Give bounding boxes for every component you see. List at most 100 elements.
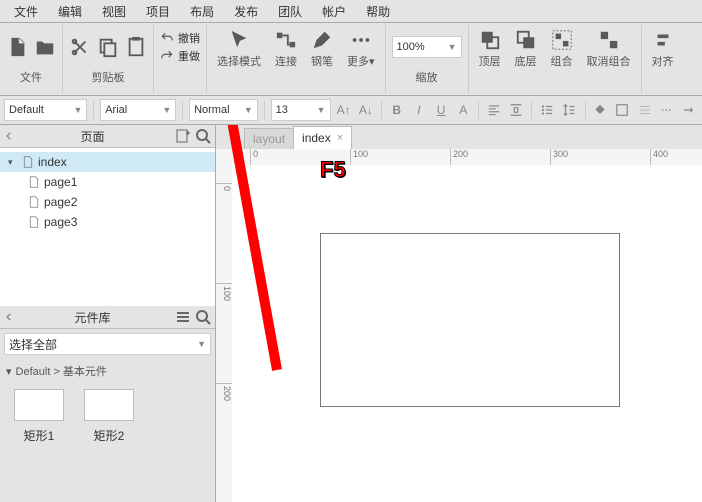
page-item-page1[interactable]: page1 (0, 172, 215, 192)
toolbar-zoom-label: 缩放 (416, 69, 438, 85)
menu-view[interactable]: 视图 (92, 1, 136, 22)
font-select[interactable]: Arial▼ (100, 99, 176, 121)
toolbar-history-group: 撤销 重做 (154, 25, 207, 93)
close-icon[interactable]: × (337, 132, 343, 144)
undo-button[interactable]: 撤销 (160, 30, 200, 46)
menu-help[interactable]: 帮助 (356, 1, 400, 22)
page-item-index[interactable]: ▾index (0, 152, 215, 172)
select-mode-button[interactable]: 选择模式 (213, 27, 265, 71)
pages-panel-title: 页面 (14, 128, 171, 145)
collapse-icon: ▾ (6, 365, 12, 378)
copy-icon[interactable] (97, 36, 119, 58)
pages-panel-header: 页面 (0, 125, 215, 148)
border-button[interactable] (613, 99, 631, 121)
valign-button[interactable] (507, 99, 525, 121)
connect-button[interactable]: 连接 (271, 27, 301, 71)
align-button[interactable]: 对齐 (648, 27, 678, 71)
lineheight-button[interactable] (560, 99, 578, 121)
menu-file[interactable]: 文件 (4, 1, 48, 22)
front-icon (479, 29, 501, 51)
more-tools-button[interactable]: 更多▾ (343, 27, 379, 71)
redo-button[interactable]: 重做 (160, 48, 200, 64)
search-icon[interactable] (195, 309, 211, 325)
open-file-icon[interactable] (34, 36, 56, 58)
fill-button[interactable] (591, 99, 609, 121)
chevron-down-icon: ▼ (197, 339, 206, 349)
italic-button[interactable]: I (410, 99, 428, 121)
group-button[interactable]: 组合 (547, 27, 577, 71)
new-file-icon[interactable] (6, 36, 28, 58)
paste-icon[interactable] (125, 36, 147, 58)
widget-rect2[interactable]: 矩形2 (84, 389, 134, 444)
fontsize-select[interactable]: 13▼ (271, 99, 331, 121)
ruler-tick: 200 (216, 383, 232, 401)
align-left-button[interactable] (485, 99, 503, 121)
cursor-icon (228, 29, 250, 51)
menu-team[interactable]: 团队 (268, 1, 312, 22)
chevron-left-icon[interactable] (4, 131, 14, 141)
widget-rect1[interactable]: 矩形1 (14, 389, 64, 444)
add-page-icon[interactable] (175, 128, 191, 144)
spacer (178, 69, 181, 81)
fontsize-down-button[interactable]: A↓ (357, 99, 375, 121)
library-category[interactable]: ▾Default > 基本元件 (0, 359, 215, 383)
bold-button[interactable]: B (388, 99, 406, 121)
cut-icon[interactable] (69, 36, 91, 58)
chevron-down-icon: ▼ (74, 105, 83, 115)
page-item-page2[interactable]: page2 (0, 192, 215, 212)
ruler-tick: 0 (216, 183, 232, 191)
textcolor-button[interactable]: A (454, 99, 472, 121)
toolbar-mode-group: 选择模式 连接 钢笔 更多▾ (207, 25, 386, 93)
menu-project[interactable]: 项目 (136, 1, 180, 22)
library-selector[interactable]: 选择全部▼ (4, 333, 211, 355)
menu-layout[interactable]: 布局 (180, 1, 224, 22)
toolbar-clipboard-group: 剪贴板 (63, 25, 154, 93)
rect-shape-icon (14, 389, 64, 421)
page-item-page3[interactable]: page3 (0, 212, 215, 232)
menu-account[interactable]: 帐户 (312, 1, 356, 22)
group-icon (551, 29, 573, 51)
ruler-corner (216, 149, 233, 166)
arrow-button[interactable] (680, 99, 698, 121)
pen-button[interactable]: 钢笔 (307, 27, 337, 71)
pages-tree: ▾index page1 page2 page3 (0, 148, 215, 306)
menu-edit[interactable]: 编辑 (48, 1, 92, 22)
chevron-down-icon: ▼ (244, 105, 253, 115)
canvas[interactable]: F5 (232, 165, 702, 502)
bullet-button[interactable] (538, 99, 556, 121)
linestyle-button[interactable] (658, 99, 676, 121)
bring-front-button[interactable]: 顶层 (475, 27, 505, 71)
format-bar: Default▼ Arial▼ Normal▼ 13▼ A↑ A↓ B I U … (0, 96, 702, 125)
pen-icon (311, 29, 333, 51)
chevron-down-icon: ▼ (162, 105, 171, 115)
menu-icon[interactable] (175, 309, 191, 325)
ungroup-icon (598, 29, 620, 51)
workspace: 页面 ▾index page1 page2 page3 元件库 选择全部▼ ▾D… (0, 125, 702, 502)
toolbar-zoom-group: 100%▼ 缩放 (386, 25, 469, 93)
menu-publish[interactable]: 发布 (224, 1, 268, 22)
ruler-tick: 100 (350, 149, 368, 165)
toolbar-file-label: 文件 (20, 69, 42, 85)
style-select[interactable]: Default▼ (4, 99, 87, 121)
tab-index[interactable]: index× (293, 126, 352, 149)
more-icon (350, 29, 372, 51)
tab-ghost[interactable]: layout (244, 128, 294, 149)
ungroup-button[interactable]: 取消组合 (583, 27, 635, 71)
ruler-tick: 0 (250, 149, 258, 165)
ruler-tick: 300 (550, 149, 568, 165)
weight-select[interactable]: Normal▼ (189, 99, 258, 121)
chevron-left-icon[interactable] (4, 312, 14, 322)
collapse-icon[interactable]: ▾ (8, 157, 18, 168)
linewidth-button[interactable] (636, 99, 654, 121)
fontsize-up-button[interactable]: A↑ (335, 99, 353, 121)
search-icon[interactable] (195, 128, 211, 144)
ruler-tick: 100 (216, 283, 232, 301)
canvas-rectangle[interactable] (320, 233, 620, 407)
library-panel: 元件库 选择全部▼ ▾Default > 基本元件 矩形1 矩形2 (0, 306, 215, 502)
ruler-tick: 400 (650, 149, 668, 165)
underline-button[interactable]: U (432, 99, 450, 121)
zoom-input[interactable]: 100%▼ (392, 36, 462, 58)
canvas-tabbar: layout index× (216, 125, 702, 150)
send-back-button[interactable]: 底层 (511, 27, 541, 71)
main-toolbar: 文件 剪贴板 撤销 重做 选择模式 连接 钢笔 更多▾ 100%▼ 缩放 顶层 … (0, 23, 702, 96)
